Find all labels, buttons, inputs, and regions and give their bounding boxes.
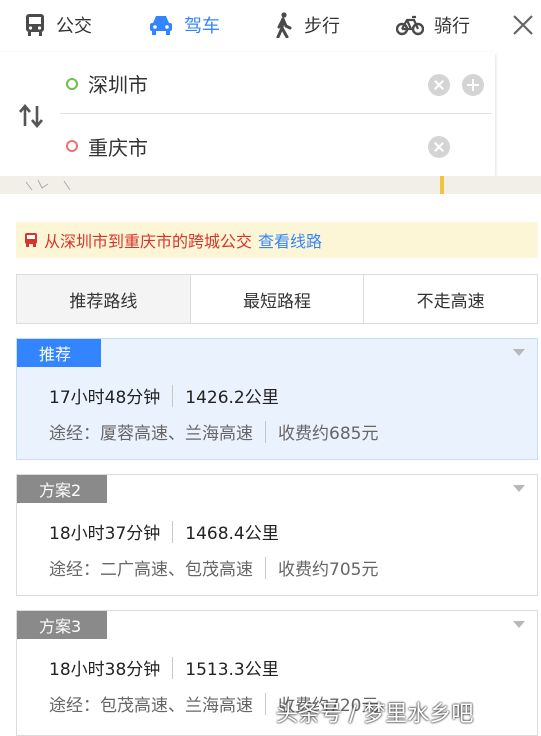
tab-walk[interactable]: 步行 xyxy=(272,0,340,50)
swap-icon[interactable] xyxy=(18,104,44,128)
plan-summary: 18小时38分钟 1513.3公里 xyxy=(49,655,279,680)
notice-text: 从深圳市到重庆市的跨城公交 xyxy=(44,232,253,251)
chevron-down-icon[interactable] xyxy=(513,485,525,492)
tab-shortest[interactable]: 最短路程 xyxy=(190,275,365,323)
watermark: 头条号 / 梦里水乡吧 xyxy=(276,702,474,727)
plan-via: 途经：二广高速、包茂高速 xyxy=(49,560,253,580)
map-detail xyxy=(25,179,71,191)
divider xyxy=(172,656,174,679)
map-road xyxy=(440,176,444,194)
end-field[interactable]: 重庆市 xyxy=(60,116,492,176)
plan-badge: 方案3 xyxy=(17,611,107,639)
divider xyxy=(265,692,266,715)
cross-city-transit-notice: 从深圳市到重庆市的跨城公交 查看线路 xyxy=(16,222,538,258)
tab-bus[interactable]: 公交 xyxy=(24,0,92,50)
plan-via: 途经：包茂高速、兰海高速 xyxy=(49,696,253,716)
plan-toll: 收费约685元 xyxy=(278,424,379,444)
plan-duration: 18小时38分钟 xyxy=(49,660,161,680)
plan-details: 途经：二广高速、包茂高速 收费约705元 xyxy=(49,555,378,580)
tab-recommended[interactable]: 推荐路线 xyxy=(17,275,191,323)
start-point-icon xyxy=(66,77,78,90)
bike-icon xyxy=(396,15,424,36)
clear-start-icon[interactable] xyxy=(428,74,450,96)
tab-walk-label: 步行 xyxy=(304,16,340,37)
tab-bus-label: 公交 xyxy=(56,16,92,37)
divider xyxy=(172,384,174,407)
divider xyxy=(265,556,266,579)
plan-distance: 1426.2公里 xyxy=(185,388,279,408)
tab-drive[interactable]: 驾车 xyxy=(148,0,220,50)
plan-badge: 推荐 xyxy=(17,339,101,367)
tab-bike-label: 骑行 xyxy=(434,16,470,37)
tab-no-highway[interactable]: 不走高速 xyxy=(364,275,538,323)
tab-drive-label: 驾车 xyxy=(184,16,220,37)
route-plan-card[interactable]: 推荐 17小时48分钟 1426.2公里 途经：厦蓉高速、兰海高速 收费约685… xyxy=(16,338,538,460)
plan-toll: 收费约705元 xyxy=(278,560,379,580)
plan-distance: 1468.4公里 xyxy=(185,524,279,544)
start-field[interactable]: 深圳市 xyxy=(60,54,492,114)
view-route-link[interactable]: 查看线路 xyxy=(258,228,322,252)
plan-details: 途经：厦蓉高速、兰海高速 收费约685元 xyxy=(49,419,378,444)
end-point-icon xyxy=(66,140,78,152)
route-input-panel: 深圳市 重庆市 xyxy=(0,52,495,176)
route-plan-card[interactable]: 方案2 18小时37分钟 1468.4公里 途经：二广高速、包茂高速 收费约70… xyxy=(16,474,538,596)
end-input[interactable]: 重庆市 xyxy=(88,132,148,161)
plan-badge: 方案2 xyxy=(17,475,107,503)
clear-end-icon[interactable] xyxy=(428,136,450,158)
chevron-down-icon[interactable] xyxy=(513,349,525,356)
close-icon[interactable] xyxy=(508,10,538,40)
route-strategy-tabs: 推荐路线 最短路程 不走高速 xyxy=(16,274,538,324)
start-input[interactable]: 深圳市 xyxy=(88,69,148,98)
car-icon xyxy=(150,16,172,35)
bus-icon xyxy=(26,14,44,36)
divider xyxy=(172,520,174,543)
plan-duration: 18小时37分钟 xyxy=(49,524,161,544)
add-waypoint-icon[interactable] xyxy=(462,74,484,96)
plan-via: 途经：厦蓉高速、兰海高速 xyxy=(49,424,253,444)
bus-small-icon xyxy=(25,233,37,247)
travel-mode-bar: 公交 驾车 步行 骑行 xyxy=(0,0,495,50)
plan-distance: 1513.3公里 xyxy=(185,660,279,680)
tab-bike[interactable]: 骑行 xyxy=(396,0,470,50)
walk-icon xyxy=(276,12,292,38)
chevron-down-icon[interactable] xyxy=(513,621,525,628)
plan-duration: 17小时48分钟 xyxy=(49,388,161,408)
plan-summary: 17小时48分钟 1426.2公里 xyxy=(49,383,279,408)
divider xyxy=(265,420,266,443)
plan-summary: 18小时37分钟 1468.4公里 xyxy=(49,519,279,544)
